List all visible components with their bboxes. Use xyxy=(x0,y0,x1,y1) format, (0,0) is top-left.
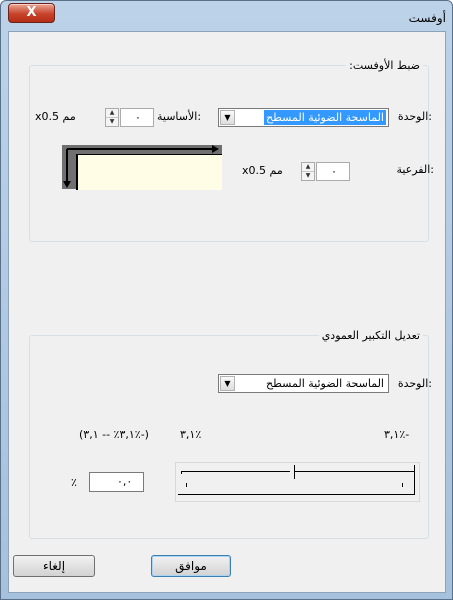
percent-input[interactable]: ٠,٠ xyxy=(89,472,144,492)
primary-offset-value: ٠ xyxy=(135,111,141,124)
min-percent-label: ٣,١٪- xyxy=(384,428,410,441)
spin-up-icon[interactable]: ▲ xyxy=(302,163,314,172)
vertical-unit-label: الوحدة: xyxy=(397,377,432,390)
offset-unit-selected: الماسحة الضوئية المسطح xyxy=(264,110,386,125)
secondary-step-label: x0.5 مم xyxy=(242,164,283,177)
primary-offset-input[interactable]: ٠ xyxy=(120,108,154,127)
ok-button[interactable]: موافق xyxy=(151,555,231,577)
offset-unit-label: الوحدة: xyxy=(397,110,432,123)
spin-down-icon[interactable]: ▼ xyxy=(106,118,118,126)
offset-group-legend: ضبط الأوفست: xyxy=(349,59,420,72)
offset-preview-image xyxy=(62,145,222,190)
percent-sign: ٪ xyxy=(71,476,77,489)
primary-offset-spinner[interactable]: ▲ ▼ xyxy=(105,108,119,127)
secondary-offset-input[interactable]: ٠ xyxy=(316,162,350,181)
slider-tick-left xyxy=(186,483,187,487)
max-percent-label: ٣,١٪ xyxy=(180,428,202,441)
title-bar[interactable]: X أوفست xyxy=(1,1,452,31)
chevron-down-icon[interactable]: ▼ xyxy=(220,376,235,391)
primary-step-label: x0.5 مم xyxy=(35,110,76,123)
close-button[interactable]: X xyxy=(8,3,55,23)
dialog-client-area: ضبط الأوفست: الوحدة: الماسحة الضوئية الم… xyxy=(8,31,446,593)
range-text: (٣,١٪ -- ٣,١٪-) xyxy=(79,428,149,441)
offset-unit-select[interactable]: الماسحة الضوئية المسطح ▼ xyxy=(218,108,389,127)
dialog-window: X أوفست ضبط الأوفست: الوحدة: الماسحة الض… xyxy=(0,0,453,600)
slider-frame xyxy=(178,465,415,495)
primary-label: الأساسية: xyxy=(157,110,202,123)
secondary-offset-spinner[interactable]: ▲ ▼ xyxy=(301,162,315,181)
spin-up-icon[interactable]: ▲ xyxy=(106,109,118,118)
cancel-button[interactable]: إلغاء xyxy=(13,555,95,577)
chevron-down-icon[interactable]: ▼ xyxy=(220,110,235,125)
vertical-group-legend: تعديل التكبير العمودي xyxy=(321,329,420,342)
secondary-label: الفرعية: xyxy=(396,163,434,176)
slider-tick-right xyxy=(402,483,403,487)
window-title: أوفست xyxy=(408,11,446,25)
vertical-unit-selected: الماسحة الضوئية المسطح xyxy=(266,377,384,390)
spin-down-icon[interactable]: ▼ xyxy=(302,172,314,180)
offset-arrows-icon xyxy=(63,145,219,188)
percent-value: ٠,٠ xyxy=(117,475,133,488)
vertical-unit-select[interactable]: الماسحة الضوئية المسطح ▼ xyxy=(218,374,389,393)
magnification-slider[interactable] xyxy=(175,462,420,502)
secondary-offset-value: ٠ xyxy=(331,165,337,178)
